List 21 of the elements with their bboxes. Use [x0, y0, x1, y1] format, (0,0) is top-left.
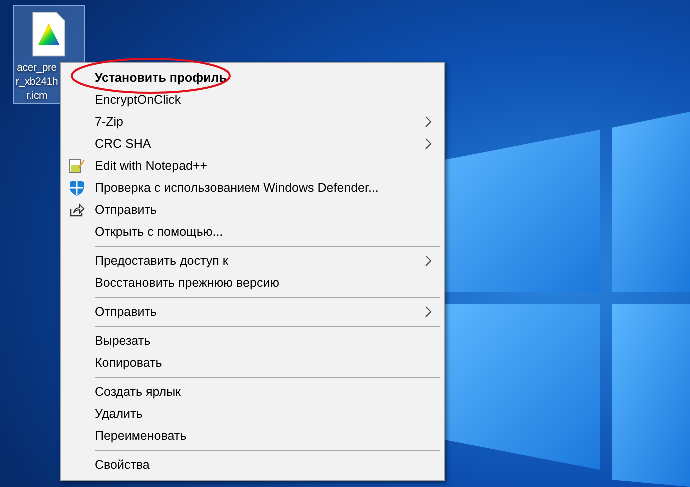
file-name-label: r_xb241h: [16, 75, 58, 89]
notepad-icon: [69, 158, 85, 174]
file-name-label: r.icm: [26, 89, 48, 103]
shield-icon: [69, 180, 85, 196]
menu-item[interactable]: Свойства: [63, 454, 442, 476]
menu-item[interactable]: CRC SHA: [63, 133, 442, 155]
menu-item[interactable]: Удалить: [63, 403, 442, 425]
menu-item[interactable]: 7-Zip: [63, 111, 442, 133]
menu-item[interactable]: Создать ярлык: [63, 381, 442, 403]
menu-item[interactable]: Отправить: [63, 199, 442, 221]
menu-item[interactable]: Edit with Notepad++: [63, 155, 442, 177]
file-name-label: acer_pre: [17, 61, 57, 75]
menu-item[interactable]: Предоставить доступ к: [63, 250, 442, 272]
menu-item[interactable]: Переименовать: [63, 425, 442, 447]
menu-item[interactable]: Отправить: [63, 301, 442, 323]
menu-item[interactable]: Вырезать: [63, 330, 442, 352]
menu-item[interactable]: Восстановить прежнюю версию: [63, 272, 442, 294]
menu-item[interactable]: Проверка с использованием Windows Defender...: [63, 177, 442, 199]
menu-item[interactable]: Копировать: [63, 352, 442, 374]
share-icon: [69, 202, 85, 218]
menu-item[interactable]: Открыть с помощью...: [63, 221, 442, 243]
